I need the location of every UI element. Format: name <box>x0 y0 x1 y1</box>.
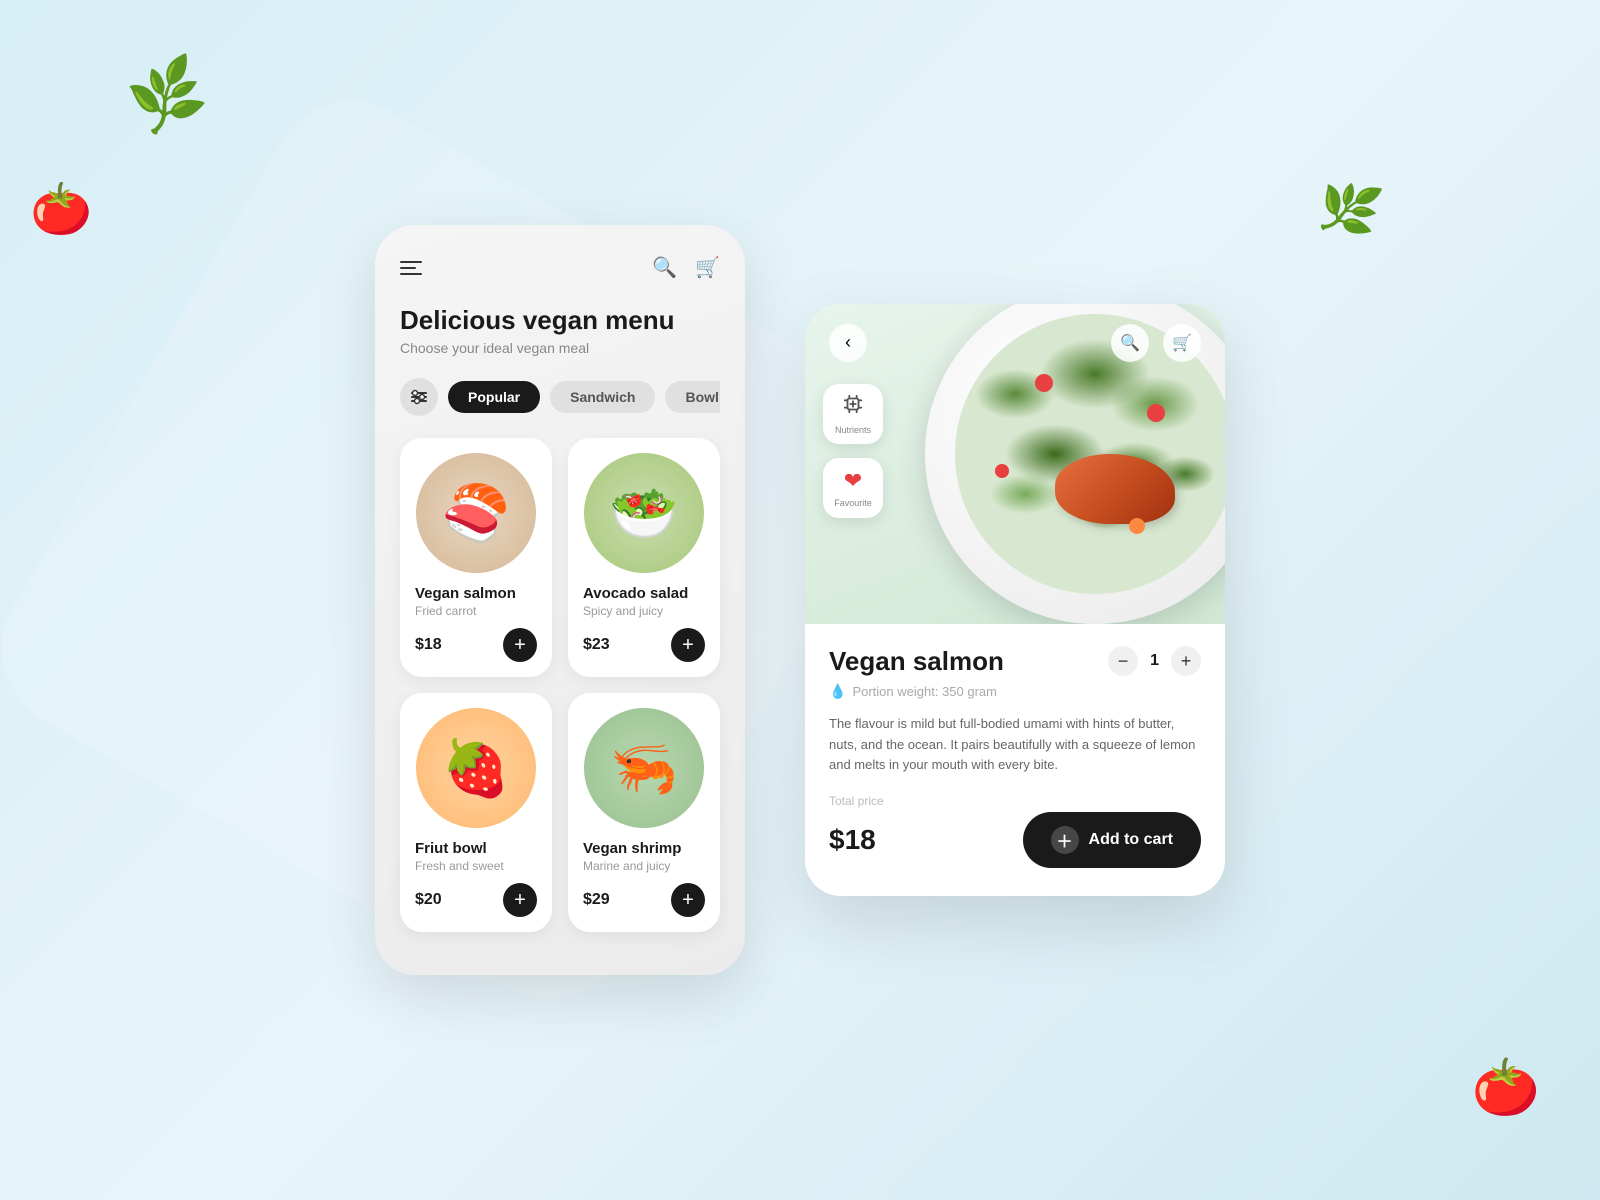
bottom-row: $18 ＋ Add to cart <box>829 812 1201 868</box>
filter-popular[interactable]: Popular <box>448 381 540 413</box>
cherry-tomato <box>1129 518 1145 534</box>
add-to-cart-button[interactable]: ＋ Add to cart <box>1023 812 1201 868</box>
quantity-display: 1 <box>1150 652 1159 670</box>
food-card-shrimp: 🦐 Vegan shrimp Marine and juicy $29 + <box>568 693 720 932</box>
add-salmon-button[interactable]: + <box>503 628 537 662</box>
back-button[interactable]: ‹ <box>829 324 867 362</box>
add-fruit-button[interactable]: + <box>503 883 537 917</box>
food-name-salmon: Vegan salmon <box>415 585 537 602</box>
add-avocado-button[interactable]: + <box>671 628 705 662</box>
food-image-fruit: 🍓 <box>416 708 536 828</box>
phone-left: 🔍 🛒 Delicious vegan menu Choose your ide… <box>375 225 745 975</box>
food-desc-avocado: Spicy and juicy <box>583 604 705 618</box>
food-price-row-salmon: $18 + <box>415 628 537 662</box>
food-price-avocado: $23 <box>583 636 610 654</box>
filter-sandwich[interactable]: Sandwich <box>550 381 655 413</box>
food-card-avocado: 🥗 Avocado salad Spicy and juicy $23 + <box>568 438 720 677</box>
add-to-cart-label: Add to cart <box>1089 831 1173 849</box>
food-price-fruit: $20 <box>415 891 442 909</box>
total-label: Total price <box>829 794 1201 808</box>
food-card-fruit: 🍓 Friut bowl Fresh and sweet $20 + <box>400 693 552 932</box>
header-icons: 🔍 🛒 <box>652 255 720 280</box>
deco-tomato-2: 🍅 <box>1472 1055 1540 1120</box>
food-grid: 🍣 Vegan salmon Fried carrot $18 + 🥗 Avoc… <box>400 438 720 932</box>
subtitle: Choose your ideal vegan meal <box>400 340 720 356</box>
food-desc-fruit: Fresh and sweet <box>415 859 537 873</box>
total-price: $18 <box>829 824 876 856</box>
food-price-salmon: $18 <box>415 636 442 654</box>
food-name-shrimp: Vegan shrimp <box>583 840 705 857</box>
portion-row: 💧 Portion weight: 350 gram <box>829 683 1201 700</box>
food-price-row-shrimp: $29 + <box>583 883 705 917</box>
detail-info: Vegan salmon − 1 + 💧 Portion weight: 350… <box>805 624 1225 896</box>
food-image-salmon: 🍣 <box>416 453 536 573</box>
increase-quantity-button[interactable]: + <box>1171 646 1201 676</box>
decrease-quantity-button[interactable]: − <box>1108 646 1138 676</box>
title-section: Delicious vegan menu Choose your ideal v… <box>400 305 720 356</box>
food-name-fruit: Friut bowl <box>415 840 537 857</box>
tomato-2 <box>1147 404 1165 422</box>
food-name-avocado: Avocado salad <box>583 585 705 602</box>
nutrients-button[interactable]: Nutrients <box>823 384 883 444</box>
heart-icon: ❤ <box>844 468 862 494</box>
favourite-label: Favourite <box>834 498 872 508</box>
portion-text: Portion weight: 350 gram <box>852 684 997 699</box>
deco-leaf-3: 🌿 <box>1311 173 1386 246</box>
detail-title-row: Vegan salmon − 1 + <box>829 646 1201 677</box>
detail-card: ‹ 🔍 🛒 Nutri <box>805 304 1225 896</box>
nutrients-label: Nutrients <box>835 425 871 435</box>
food-desc-salmon: Fried carrot <box>415 604 537 618</box>
deco-tomato-1: 🍅 <box>30 180 92 239</box>
nutrients-icon <box>842 393 864 421</box>
food-price-shrimp: $29 <box>583 891 610 909</box>
tomato-3 <box>995 464 1009 478</box>
add-cart-icon: ＋ <box>1051 826 1079 854</box>
quantity-control: − 1 + <box>1108 646 1201 676</box>
tomato-1 <box>1035 374 1053 392</box>
filter-bowl[interactable]: Bowl <box>665 381 720 413</box>
filter-icon[interactable] <box>400 378 438 416</box>
favourite-button[interactable]: ❤ Favourite <box>823 458 883 518</box>
filter-row: Popular Sandwich Bowl <box>400 378 720 416</box>
food-price-row-fruit: $20 + <box>415 883 537 917</box>
drop-icon: 💧 <box>829 683 846 700</box>
search-button[interactable]: 🔍 <box>652 255 677 280</box>
detail-title: Vegan salmon <box>829 646 1004 677</box>
main-title: Delicious vegan menu <box>400 305 720 336</box>
screens-container: 🔍 🛒 Delicious vegan menu Choose your ide… <box>375 225 1225 975</box>
food-price-row-avocado: $23 + <box>583 628 705 662</box>
deco-leaf-1: 🌿 <box>120 49 214 141</box>
food-image-avocado: 🥗 <box>584 453 704 573</box>
phone-header: 🔍 🛒 <box>400 255 720 280</box>
cart-button[interactable]: 🛒 <box>695 255 720 280</box>
food-card-salmon: 🍣 Vegan salmon Fried carrot $18 + <box>400 438 552 677</box>
detail-header: ‹ 🔍 🛒 <box>805 304 1225 362</box>
side-actions: Nutrients ❤ Favourite <box>823 384 883 518</box>
add-shrimp-button[interactable]: + <box>671 883 705 917</box>
detail-search-button[interactable]: 🔍 <box>1111 324 1149 362</box>
food-desc-shrimp: Marine and juicy <box>583 859 705 873</box>
menu-icon[interactable] <box>400 261 422 275</box>
food-image-shrimp: 🦐 <box>584 708 704 828</box>
food-description: The flavour is mild but full-bodied umam… <box>829 714 1201 776</box>
detail-cart-button[interactable]: 🛒 <box>1163 324 1201 362</box>
